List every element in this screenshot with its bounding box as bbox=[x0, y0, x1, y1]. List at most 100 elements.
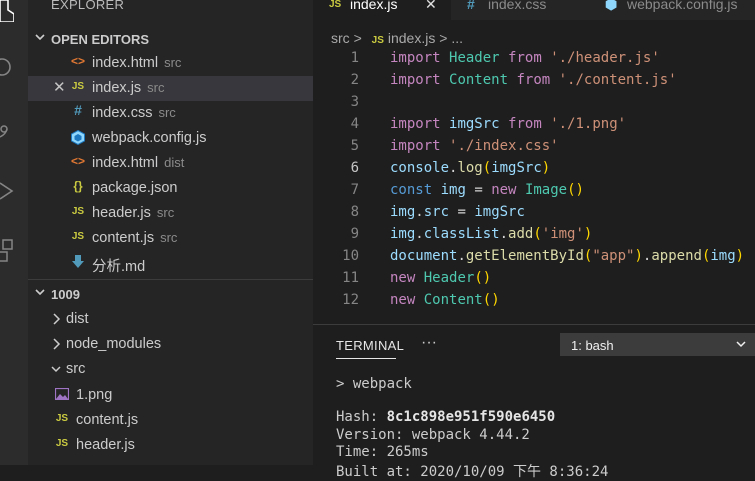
tab-webpack-config[interactable]: ⬢ webpack.config.js bbox=[591, 0, 755, 20]
open-editor-name: content.js bbox=[92, 230, 155, 246]
open-editor-item-header-js[interactable]: JS header.js src bbox=[28, 201, 313, 226]
terminal-select[interactable]: 1: bash bbox=[560, 333, 755, 356]
image-file-icon bbox=[54, 387, 70, 403]
breadcrumb: src > JS index.js > ... bbox=[331, 30, 463, 46]
chevron-right-icon bbox=[48, 312, 64, 329]
breadcrumb-separator: > bbox=[353, 30, 362, 46]
tree-item-label: src bbox=[66, 361, 86, 377]
tab-label: webpack.config.js bbox=[627, 0, 738, 12]
breadcrumb-file[interactable]: index.js bbox=[388, 30, 435, 46]
code-text: new Header() bbox=[390, 270, 492, 286]
terminal-line: Version: webpack 4.44.2 bbox=[336, 427, 530, 443]
open-editor-name: package.json bbox=[92, 180, 178, 196]
code-line[interactable]: 2 import Content from './content.js' bbox=[313, 72, 755, 94]
open-editors-header[interactable]: OPEN EDITORS bbox=[28, 27, 313, 51]
tree-file-1-png[interactable]: 1.png bbox=[28, 383, 313, 408]
tab-terminal-underline bbox=[336, 358, 396, 359]
open-editor-name: 分析.md bbox=[92, 259, 146, 275]
breadcrumb-more[interactable]: ... bbox=[451, 30, 463, 46]
open-editor-name: header.js bbox=[92, 205, 151, 221]
code-line[interactable]: 6 console.log(imgSrc) bbox=[313, 160, 755, 182]
js-file-icon: JS bbox=[55, 413, 69, 424]
code-line[interactable]: 3 bbox=[313, 94, 755, 116]
code-line[interactable]: 8 img.src = imgSrc bbox=[313, 204, 755, 226]
editor-tab-bar: JS index.js ✕ # index.css ⬢ webpack.conf… bbox=[313, 0, 755, 20]
open-editor-name: webpack.config.js bbox=[92, 130, 207, 146]
js-file-icon: JS bbox=[71, 231, 85, 242]
tree-item-label: header.js bbox=[76, 437, 135, 453]
chevron-down-icon bbox=[735, 338, 747, 353]
chevron-right-icon bbox=[48, 337, 64, 354]
open-editor-item-webpack-config[interactable]: webpack.config.js bbox=[28, 126, 313, 151]
terminal-line: Built at: 2020/10/09 下午 8:36:24 bbox=[336, 464, 609, 480]
open-editor-item-index-js[interactable]: ✕ JS index.js src bbox=[28, 76, 313, 101]
open-editor-item-package-json[interactable]: {} package.json bbox=[28, 176, 313, 201]
tab-index-js[interactable]: JS index.js ✕ bbox=[313, 0, 451, 20]
open-editor-dir: src bbox=[147, 80, 165, 95]
tree-file-header-js[interactable]: JS header.js bbox=[28, 433, 313, 458]
tree-file-content-js[interactable]: JS content.js bbox=[28, 408, 313, 433]
tab-terminal[interactable]: TERMINAL bbox=[336, 338, 404, 353]
code-line[interactable]: 12 new Content() bbox=[313, 292, 755, 314]
open-editor-item-index-css[interactable]: # index.css src bbox=[28, 101, 313, 126]
open-editor-dir: dist bbox=[164, 155, 185, 170]
open-editor-item-content-js[interactable]: JS content.js src bbox=[28, 226, 313, 251]
markdown-file-icon bbox=[70, 255, 86, 272]
line-number: 7 bbox=[350, 182, 359, 198]
open-editor-name: index.css bbox=[92, 105, 153, 121]
code-line[interactable]: 1 import Header from './header.js' bbox=[313, 50, 755, 72]
open-editor-item-index-html[interactable]: <> index.html src bbox=[28, 51, 313, 76]
more-actions-icon[interactable]: ··· bbox=[421, 334, 437, 352]
code-text: console.log(imgSrc) bbox=[390, 160, 551, 176]
code-line[interactable]: 4 import imgSrc from './1.png' bbox=[313, 116, 755, 138]
code-text: import './index.css' bbox=[390, 138, 559, 154]
line-number: 9 bbox=[350, 226, 359, 242]
breadcrumb-folder[interactable]: src bbox=[331, 30, 350, 46]
line-number: 10 bbox=[342, 248, 359, 264]
code-text: import imgSrc from './1.png' bbox=[390, 116, 627, 132]
open-editor-dir: src bbox=[160, 230, 178, 245]
json-file-icon: {} bbox=[73, 179, 83, 193]
code-line[interactable]: 5 import './index.css' bbox=[313, 138, 755, 160]
tree-folder-dist[interactable]: dist bbox=[28, 307, 313, 332]
open-editor-name: index.js bbox=[92, 80, 142, 96]
explorer-sidebar: EXPLORER OPEN EDITORS <> index.html src ✕… bbox=[28, 0, 313, 465]
tab-index-css[interactable]: # index.css bbox=[451, 0, 591, 20]
open-editor-name: index.html bbox=[92, 55, 159, 71]
tab-label: index.js bbox=[350, 0, 398, 12]
section-divider bbox=[28, 279, 313, 280]
terminal-line: Hash: 8c1c898e951f590e6450 bbox=[336, 409, 555, 425]
css-file-icon: # bbox=[74, 102, 82, 118]
explorer-title: EXPLORER bbox=[51, 0, 125, 12]
line-number: 11 bbox=[342, 270, 359, 286]
source-control-icon[interactable] bbox=[0, 120, 14, 140]
search-icon[interactable] bbox=[0, 56, 14, 76]
open-editor-item-markdown[interactable]: 分析.md bbox=[28, 251, 313, 276]
close-icon[interactable]: ✕ bbox=[425, 0, 437, 13]
close-icon[interactable]: ✕ bbox=[53, 78, 66, 96]
tree-folder-node-modules[interactable]: node_modules bbox=[28, 332, 313, 357]
open-editor-item-index-html-dist[interactable]: <> index.html dist bbox=[28, 151, 313, 176]
terminal-line: Time: 265ms bbox=[336, 444, 429, 460]
terminal-select-value: 1: bash bbox=[571, 338, 614, 353]
tree-folder-src[interactable]: src bbox=[28, 357, 313, 382]
code-text: new Content() bbox=[390, 292, 500, 308]
code-line[interactable]: 9 img.classList.add('img') bbox=[313, 226, 755, 248]
breadcrumb-separator: > bbox=[439, 30, 448, 46]
chevron-down-icon bbox=[34, 30, 46, 47]
explorer-files-icon[interactable] bbox=[0, 0, 14, 22]
code-line[interactable]: 11 new Header() bbox=[313, 270, 755, 292]
extensions-icon[interactable] bbox=[0, 238, 14, 262]
code-line[interactable]: 7 const img = new Image() bbox=[313, 182, 755, 204]
js-file-icon: JS bbox=[329, 0, 342, 10]
open-editors-label: OPEN EDITORS bbox=[51, 32, 150, 47]
code-line[interactable]: 10 document.getElementById("app").append(… bbox=[313, 248, 755, 270]
line-number: 2 bbox=[350, 72, 359, 88]
code-text: import Header from './header.js' bbox=[390, 50, 660, 66]
editor-area: JS index.js ✕ # index.css ⬢ webpack.conf… bbox=[313, 0, 755, 480]
line-number: 6 bbox=[350, 160, 359, 176]
code-text: img.classList.add('img') bbox=[390, 226, 593, 242]
project-folder-header[interactable]: 1009 bbox=[28, 282, 313, 306]
open-editor-dir: src bbox=[158, 105, 176, 120]
run-debug-icon[interactable] bbox=[0, 180, 14, 200]
